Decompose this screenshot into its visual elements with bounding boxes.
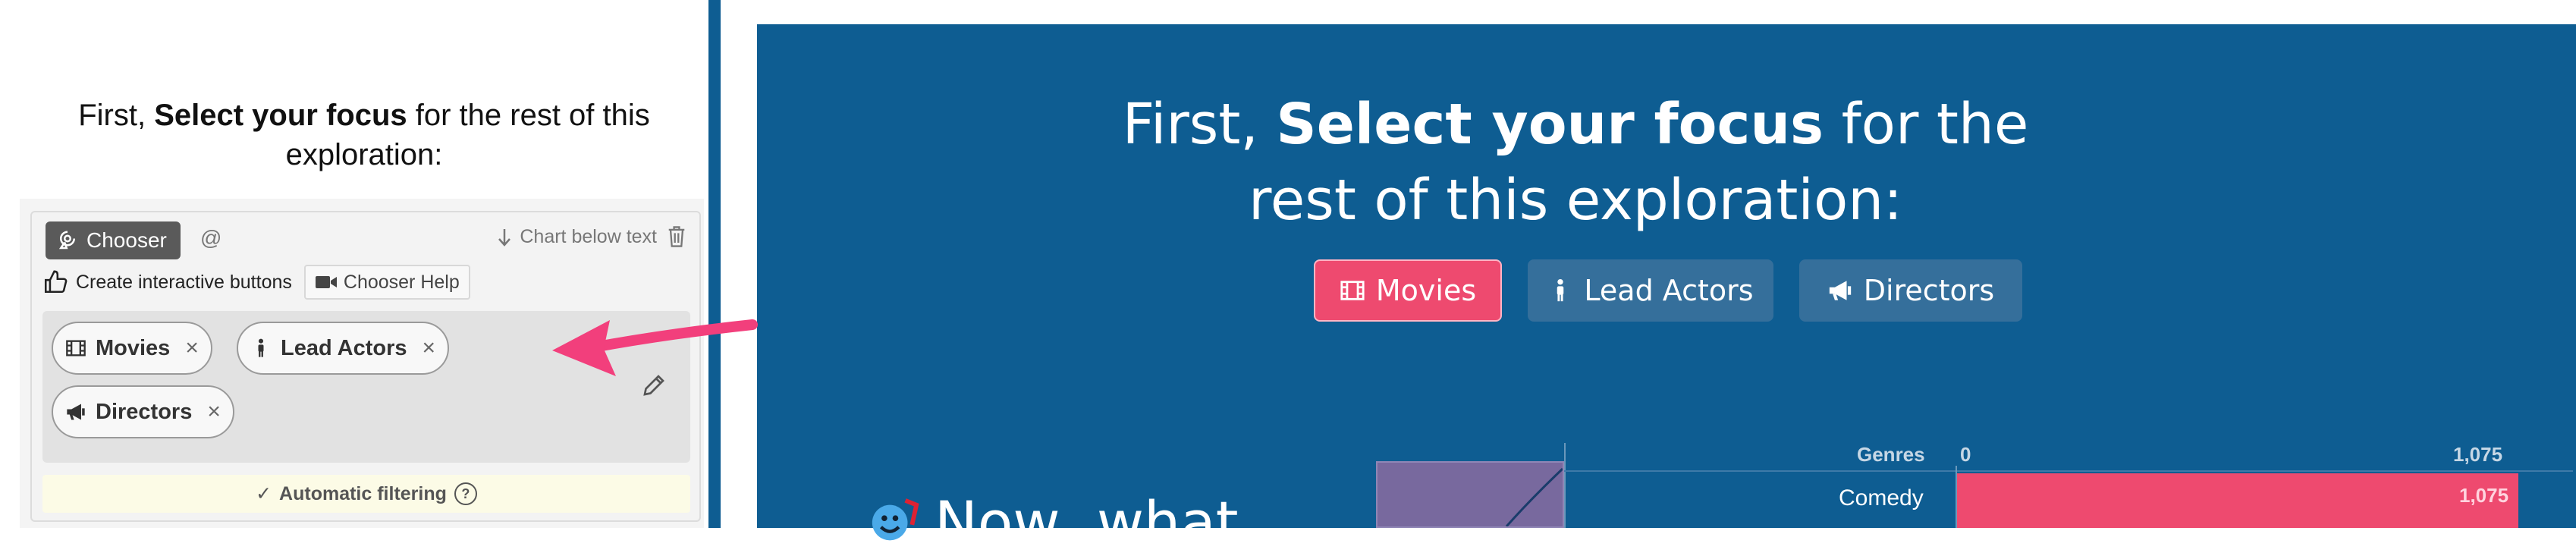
- chart-below-text-toggle[interactable]: Chart below text: [497, 226, 657, 248]
- chart-tick-label: 0: [1960, 443, 1971, 466]
- panel-divider[interactable]: [708, 0, 721, 528]
- annotation-arrow: [552, 319, 758, 376]
- arrow-down-icon: [498, 228, 511, 247]
- remove-icon[interactable]: ×: [423, 335, 436, 361]
- pill-label: Directors: [96, 399, 193, 424]
- chart-y-label: Genres: [1857, 443, 1925, 466]
- film-icon: [66, 340, 86, 357]
- chart-bar[interactable]: [1957, 473, 2518, 528]
- help-circle-icon[interactable]: ?: [454, 482, 477, 505]
- at-sign[interactable]: @: [200, 226, 221, 250]
- create-label: Create interactive buttons: [76, 271, 292, 293]
- chart-category-label: Comedy: [1839, 485, 1924, 510]
- pill-movies[interactable]: Movies ×: [52, 322, 212, 375]
- megaphone-icon: [1829, 281, 1851, 300]
- chart-column-divider: [1564, 443, 1566, 528]
- focus-button-movies[interactable]: Movies: [1314, 259, 1502, 322]
- poster-thumbnail[interactable]: [1376, 461, 1564, 528]
- focus-button-directors[interactable]: Directors: [1799, 259, 2022, 322]
- person-icon: [258, 338, 264, 357]
- automatic-filtering-bar[interactable]: ✓ Automatic filtering ?: [42, 475, 690, 513]
- remove-icon[interactable]: ×: [185, 335, 199, 361]
- chart-data-label: 1,075: [2459, 484, 2509, 507]
- button-label: Lead Actors: [1584, 274, 1754, 307]
- pill-label: Movies: [96, 335, 171, 360]
- preview-panel: First, Select your focus for the rest of…: [757, 24, 2576, 556]
- auto-filter-label: Automatic filtering: [279, 482, 447, 504]
- chooser-label: Chooser: [86, 228, 167, 252]
- help-label: Chooser Help: [343, 271, 460, 293]
- film-icon: [1340, 281, 1365, 300]
- megaphone-icon: [67, 404, 85, 420]
- chart-axis-line: [1564, 470, 2573, 472]
- remove-icon[interactable]: ×: [207, 399, 221, 425]
- thumbs-up-icon: [44, 270, 68, 294]
- pill-lead-actors[interactable]: Lead Actors ×: [237, 322, 450, 375]
- theater-masks-icon: [872, 498, 919, 540]
- video-icon: [315, 276, 337, 288]
- pill-label: Lead Actors: [281, 335, 407, 360]
- chart-below-label: Chart below text: [520, 226, 657, 247]
- pill-directors[interactable]: Directors ×: [52, 385, 234, 438]
- trash-icon[interactable]: [666, 225, 687, 249]
- focus-button-lead-actors[interactable]: Lead Actors: [1528, 259, 1773, 322]
- poster-line: [1505, 467, 1564, 527]
- button-label: Directors: [1863, 274, 1995, 307]
- create-row: Create interactive buttons Chooser Help: [42, 265, 470, 300]
- chooser-help-button[interactable]: Chooser Help: [303, 265, 470, 300]
- editor-title[interactable]: First, Select your focus for the rest of…: [30, 96, 698, 174]
- chart-tick-label: 1,075: [2453, 443, 2503, 466]
- preview-title: First, Select your focus for the rest of…: [1122, 92, 2029, 233]
- next-heading-text: Now, what: [935, 488, 1239, 556]
- person-icon: [1557, 278, 1564, 302]
- check-icon: ✓: [256, 483, 272, 504]
- button-label: Movies: [1375, 274, 1477, 307]
- next-section-heading: Now, what: [868, 488, 1239, 556]
- chooser-tag[interactable]: Chooser: [46, 221, 181, 259]
- editor-panel: First, Select your focus for the rest of…: [0, 0, 710, 528]
- chooser-icon: [58, 231, 75, 250]
